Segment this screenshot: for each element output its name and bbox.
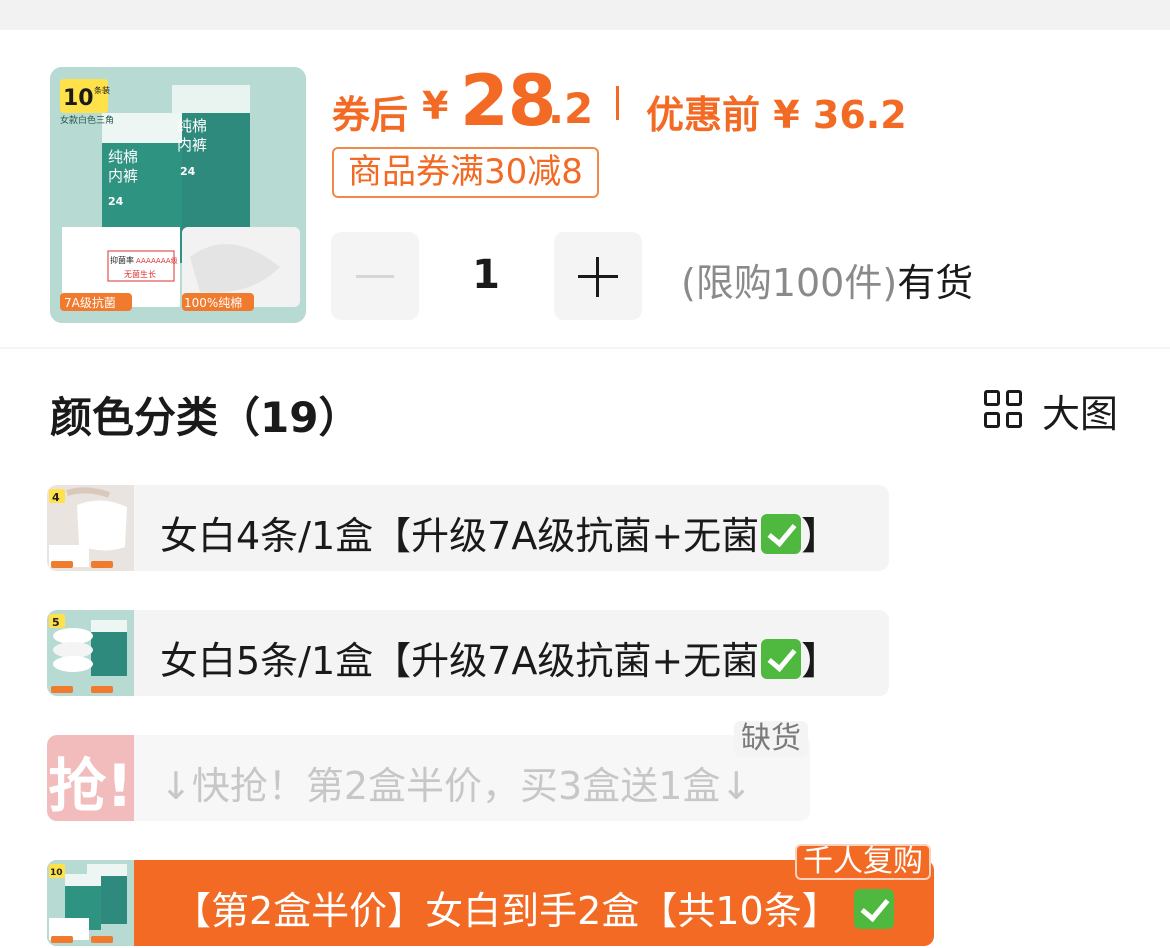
svg-text:5: 5 (52, 616, 60, 629)
product-image[interactable]: 纯棉 内裤 24 纯棉 内裤 24 10 条装 女款白色三角 抑菌率 AAAAA… (50, 67, 306, 323)
pack-count: 10 (63, 86, 94, 111)
report-line-1: 抑菌率 (110, 255, 134, 265)
svg-text:4: 4 (52, 491, 60, 504)
option-label: 女白5条/1盒【升级7A级抗菌+无菌】 (160, 639, 840, 683)
svg-text:10: 10 (50, 868, 63, 878)
stock-info: (限购100件)有货 (681, 252, 973, 307)
section-title: 颜色分类（19） (50, 393, 361, 442)
option-label: 【第2盒半价】女白到手2盒【共10条】 (173, 880, 894, 935)
decrease-quantity-button[interactable] (331, 232, 419, 320)
box-title-1: 纯棉 (108, 148, 138, 166)
grab-badge: 抢! (48, 752, 133, 820)
purchase-limit: (限购100件) (681, 261, 898, 305)
price-label: 券后 (332, 93, 409, 137)
box-number: 24 (108, 195, 124, 208)
check-mark-icon (761, 639, 802, 679)
option-label: 女白4条/1盒【升级7A级抗菌+无菌】 (160, 514, 840, 558)
product-image-art: 纯棉 内裤 24 纯棉 内裤 24 10 条装 女款白色三角 抑菌率 AAAAA… (50, 67, 306, 323)
back-box-number: 24 (180, 165, 196, 178)
option-item[interactable]: 5 女白5条/1盒【升级7A级抗菌+无菌】 (47, 610, 889, 696)
out-of-stock-badge: 缺货 (734, 721, 808, 757)
report-grade: AAAAAAA级 (136, 256, 178, 265)
price-integer: 28 (460, 60, 556, 142)
check-mark-icon (853, 889, 894, 929)
big-view-label: 大图 (1042, 391, 1119, 436)
option-label: ↓快抢！第2盒半价，买3盒送1盒↓ (160, 764, 753, 808)
repeat-purchase-badge: 千人复购 (795, 844, 931, 880)
option-thumbnail: 抢! (47, 735, 134, 821)
option-item-disabled[interactable]: 抢! ↓快抢！第2盒半价，买3盒送1盒↓ 缺货 (47, 721, 810, 821)
back-box-title-2: 内裤 (177, 136, 207, 154)
top-strip (0, 0, 1170, 30)
option-thumbnail: 5 (47, 610, 134, 696)
divider (0, 347, 1170, 349)
original-price: 优惠前 ¥ 36.2 (646, 93, 907, 137)
big-view-toggle[interactable]: 大图 (984, 388, 1118, 436)
option-thumbnail: 10 (47, 860, 134, 946)
coupon-tag[interactable]: 商品券满30减8 (332, 147, 599, 198)
option-thumbnail: 4 (47, 485, 134, 571)
option-item-selected[interactable]: 10 【第2盒半价】女白到手2盒【共10条】 千人复购 (47, 844, 934, 946)
price-decimal: .2 (548, 84, 594, 133)
price-separator (616, 86, 619, 120)
grid-view-icon (984, 390, 1024, 430)
option-item[interactable]: 4 女白4条/1盒【升级7A级抗菌+无菌】 (47, 485, 889, 571)
back-box-title-1: 纯棉 (177, 117, 207, 135)
currency-symbol: ¥ (422, 84, 449, 128)
pack-unit: 条装 (94, 85, 110, 95)
pack-subtitle: 女款白色三角 (60, 114, 114, 126)
check-mark-icon (761, 514, 802, 554)
increase-quantity-button[interactable] (554, 232, 642, 320)
badge-cotton: 100%纯棉 (184, 296, 242, 310)
quantity-value: 1 (472, 252, 500, 298)
availability: 有货 (897, 261, 974, 305)
report-line-2: 无菌生长 (124, 269, 156, 279)
badge-antibacterial: 7A级抗菌 (64, 295, 116, 310)
box-title-2: 内裤 (108, 167, 138, 185)
